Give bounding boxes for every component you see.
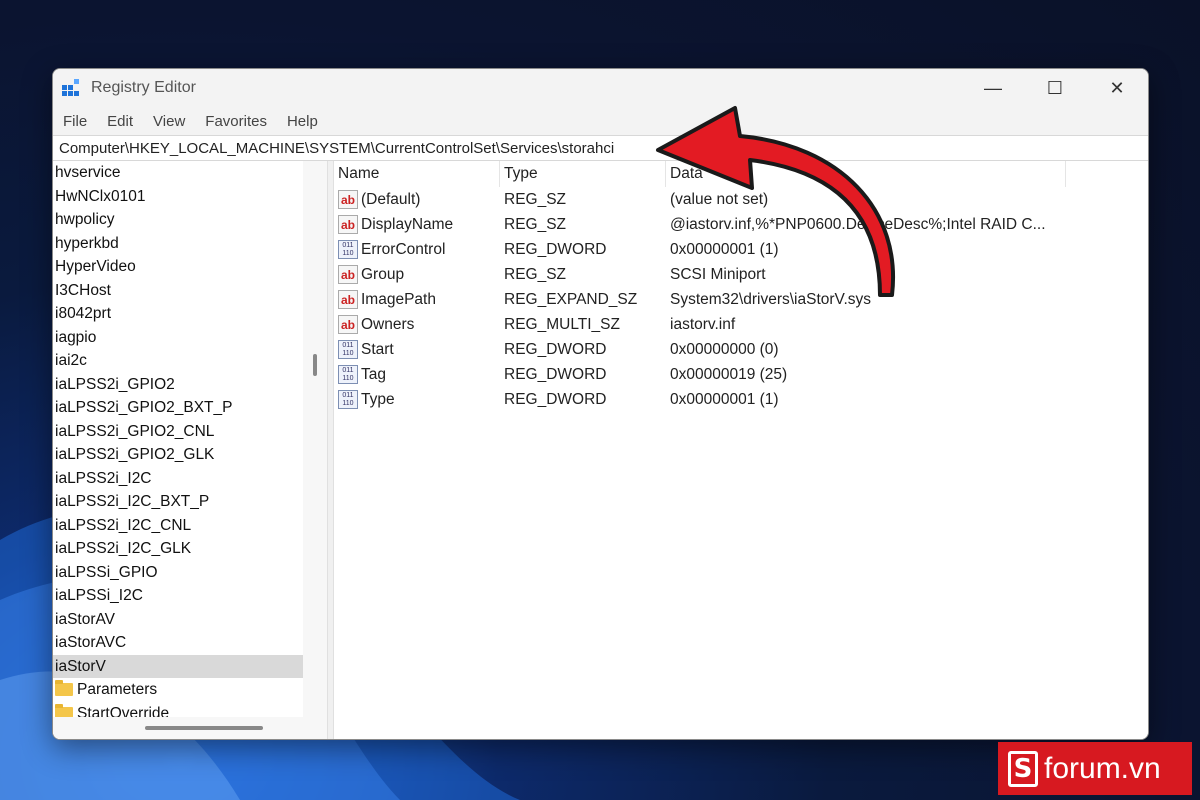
tree-key-item[interactable]: HyperVideo [53, 255, 303, 279]
value-row[interactable]: ab Owners REG_MULTI_SZ iastorv.inf [334, 312, 1148, 337]
value-row[interactable]: 011 110 Tag REG_DWORD 0x00000019 (25) [334, 362, 1148, 387]
tree-key-item[interactable]: I3CHost [53, 279, 303, 303]
binary-icon-bottom: 110 [342, 374, 354, 382]
tree-key-item[interactable]: iaLPSS2i_GPIO2 [53, 373, 303, 397]
tree-key-item[interactable]: HwNClx0101 [53, 185, 303, 209]
value-name: DisplayName [361, 215, 454, 233]
folder-icon [55, 680, 73, 697]
value-name: Tag [361, 365, 386, 383]
tree-key-item[interactable]: iaLPSSi_I2C [53, 584, 303, 608]
value-name: Owners [361, 315, 415, 333]
tree-key-item[interactable]: iaStorAVC [53, 631, 303, 655]
binary-icon-bottom: 110 [342, 399, 354, 407]
registry-app-icon [62, 79, 79, 96]
window-title: Registry Editor [91, 79, 196, 96]
value-type: REG_DWORD [504, 340, 607, 358]
value-type: REG_DWORD [504, 365, 607, 383]
binary-value-icon: 011 110 [338, 240, 358, 259]
tree-key-item[interactable]: iaLPSS2i_GPIO2_GLK [53, 443, 303, 467]
tree-key-item[interactable]: hvservice [53, 161, 303, 185]
value-data: 0x00000001 (1) [670, 390, 779, 408]
tree-hscroll-thumb[interactable] [145, 726, 263, 730]
sforum-logo-mark: S [1008, 750, 1038, 787]
binary-icon-top: 011 [342, 391, 354, 399]
value-data: 0x00000019 (25) [670, 365, 788, 383]
value-data: 0x00000000 (0) [670, 340, 779, 358]
tree-key-item[interactable]: iaLPSS2i_I2C_BXT_P [53, 490, 303, 514]
binary-icon-top: 011 [342, 241, 354, 249]
key-tree-pane: hvservice HwNClx0101 hwpolicy hyperkbd Hyper… [53, 161, 328, 739]
value-name: ErrorControl [361, 240, 446, 258]
value-name-cell: 011 110 Type [334, 390, 500, 409]
red-arrow-annotation [656, 106, 896, 297]
menu-file[interactable]: File [63, 113, 87, 130]
tree-key-item[interactable]: iai2c [53, 349, 303, 373]
tree-key-item[interactable]: iaLPSSi_GPIO [53, 561, 303, 585]
string-value-icon: ab [338, 315, 358, 334]
value-row[interactable]: 011 110 Type REG_DWORD 0x00000001 (1) [334, 387, 1148, 412]
string-value-icon: ab [338, 265, 358, 284]
value-name: Type [361, 390, 395, 408]
address-path[interactable]: Computer\HKEY_LOCAL_MACHINE\SYSTEM\Curre… [59, 140, 614, 157]
binary-value-icon: 011 110 [338, 365, 358, 384]
tree-key-item[interactable]: iaLPSS2i_I2C_CNL [53, 514, 303, 538]
close-button[interactable]: ✕ [1086, 69, 1148, 107]
title-bar[interactable]: Registry Editor — ☐ ✕ [53, 69, 1148, 107]
registry-editor-window: Registry Editor — ☐ ✕ File Edit View Fav… [52, 68, 1149, 740]
column-header-name[interactable]: Name [334, 160, 500, 187]
tree-key-item[interactable]: iagpio [53, 326, 303, 350]
menu-view[interactable]: View [153, 113, 185, 130]
value-name-cell: ab Group [334, 265, 500, 284]
tree-horizontal-scrollbar[interactable] [53, 717, 327, 739]
tree-key-item[interactable]: iaStorV [53, 654, 303, 678]
address-bar[interactable]: Computer\HKEY_LOCAL_MACHINE\SYSTEM\Curre… [53, 135, 1148, 161]
binary-value-icon: 011 110 [338, 390, 358, 409]
tree-key-item[interactable]: iaLPSS2i_I2C [53, 467, 303, 491]
tree-scroll-thumb[interactable] [313, 354, 317, 376]
key-tree: hvservice HwNClx0101 hwpolicy hyperkbd Hyper… [53, 161, 303, 725]
tree-key-item[interactable]: i8042prt [53, 302, 303, 326]
binary-icon-top: 011 [342, 341, 354, 349]
string-value-icon: ab [338, 215, 358, 234]
binary-icon-bottom: 110 [342, 349, 354, 357]
minimize-button[interactable]: — [962, 69, 1024, 107]
value-name-cell: 011 110 ErrorControl [334, 240, 500, 259]
value-row[interactable]: 011 110 Start REG_DWORD 0x00000000 (0) [334, 337, 1148, 362]
binary-icon-top: 011 [342, 366, 354, 374]
value-name-cell: ab DisplayName [334, 215, 500, 234]
value-type: REG_DWORD [504, 390, 607, 408]
tree-key-item[interactable]: iaLPSS2i_GPIO2_CNL [53, 420, 303, 444]
binary-value-icon: 011 110 [338, 340, 358, 359]
sforum-logo: S forum.vn [998, 742, 1192, 795]
tree-subkey-item[interactable]: Parameters [53, 678, 303, 702]
value-name-cell: 011 110 Start [334, 340, 500, 359]
value-name-cell: ab Owners [334, 315, 500, 334]
value-data: iastorv.inf [670, 315, 736, 333]
menu-bar: File Edit View Favorites Help [53, 107, 1148, 135]
value-name: (Default) [361, 190, 421, 208]
binary-icon-bottom: 110 [342, 249, 354, 257]
value-name-cell: 011 110 Tag [334, 365, 500, 384]
tree-key-item[interactable]: iaLPSS2i_I2C_GLK [53, 537, 303, 561]
maximize-button[interactable]: ☐ [1024, 69, 1086, 107]
tree-key-item[interactable]: iaStorAV [53, 608, 303, 632]
tree-key-item[interactable]: hwpolicy [53, 208, 303, 232]
value-name-cell: ab (Default) [334, 190, 500, 209]
string-value-icon: ab [338, 190, 358, 209]
string-value-icon: ab [338, 290, 358, 309]
value-type: REG_MULTI_SZ [504, 315, 620, 333]
sforum-logo-text: forum.vn [1044, 751, 1161, 785]
value-name: Start [361, 340, 394, 358]
menu-help[interactable]: Help [287, 113, 318, 130]
tree-key-item[interactable]: iaLPSS2i_GPIO2_BXT_P [53, 396, 303, 420]
tree-vertical-scrollbar[interactable] [303, 161, 327, 717]
value-name: Group [361, 265, 405, 283]
value-name-cell: ab ImagePath [334, 290, 500, 309]
menu-edit[interactable]: Edit [107, 113, 133, 130]
menu-favorites[interactable]: Favorites [205, 113, 267, 130]
tree-key-item[interactable]: hyperkbd [53, 232, 303, 256]
tree-subkey-label: Parameters [77, 681, 158, 698]
value-name: ImagePath [361, 290, 436, 308]
